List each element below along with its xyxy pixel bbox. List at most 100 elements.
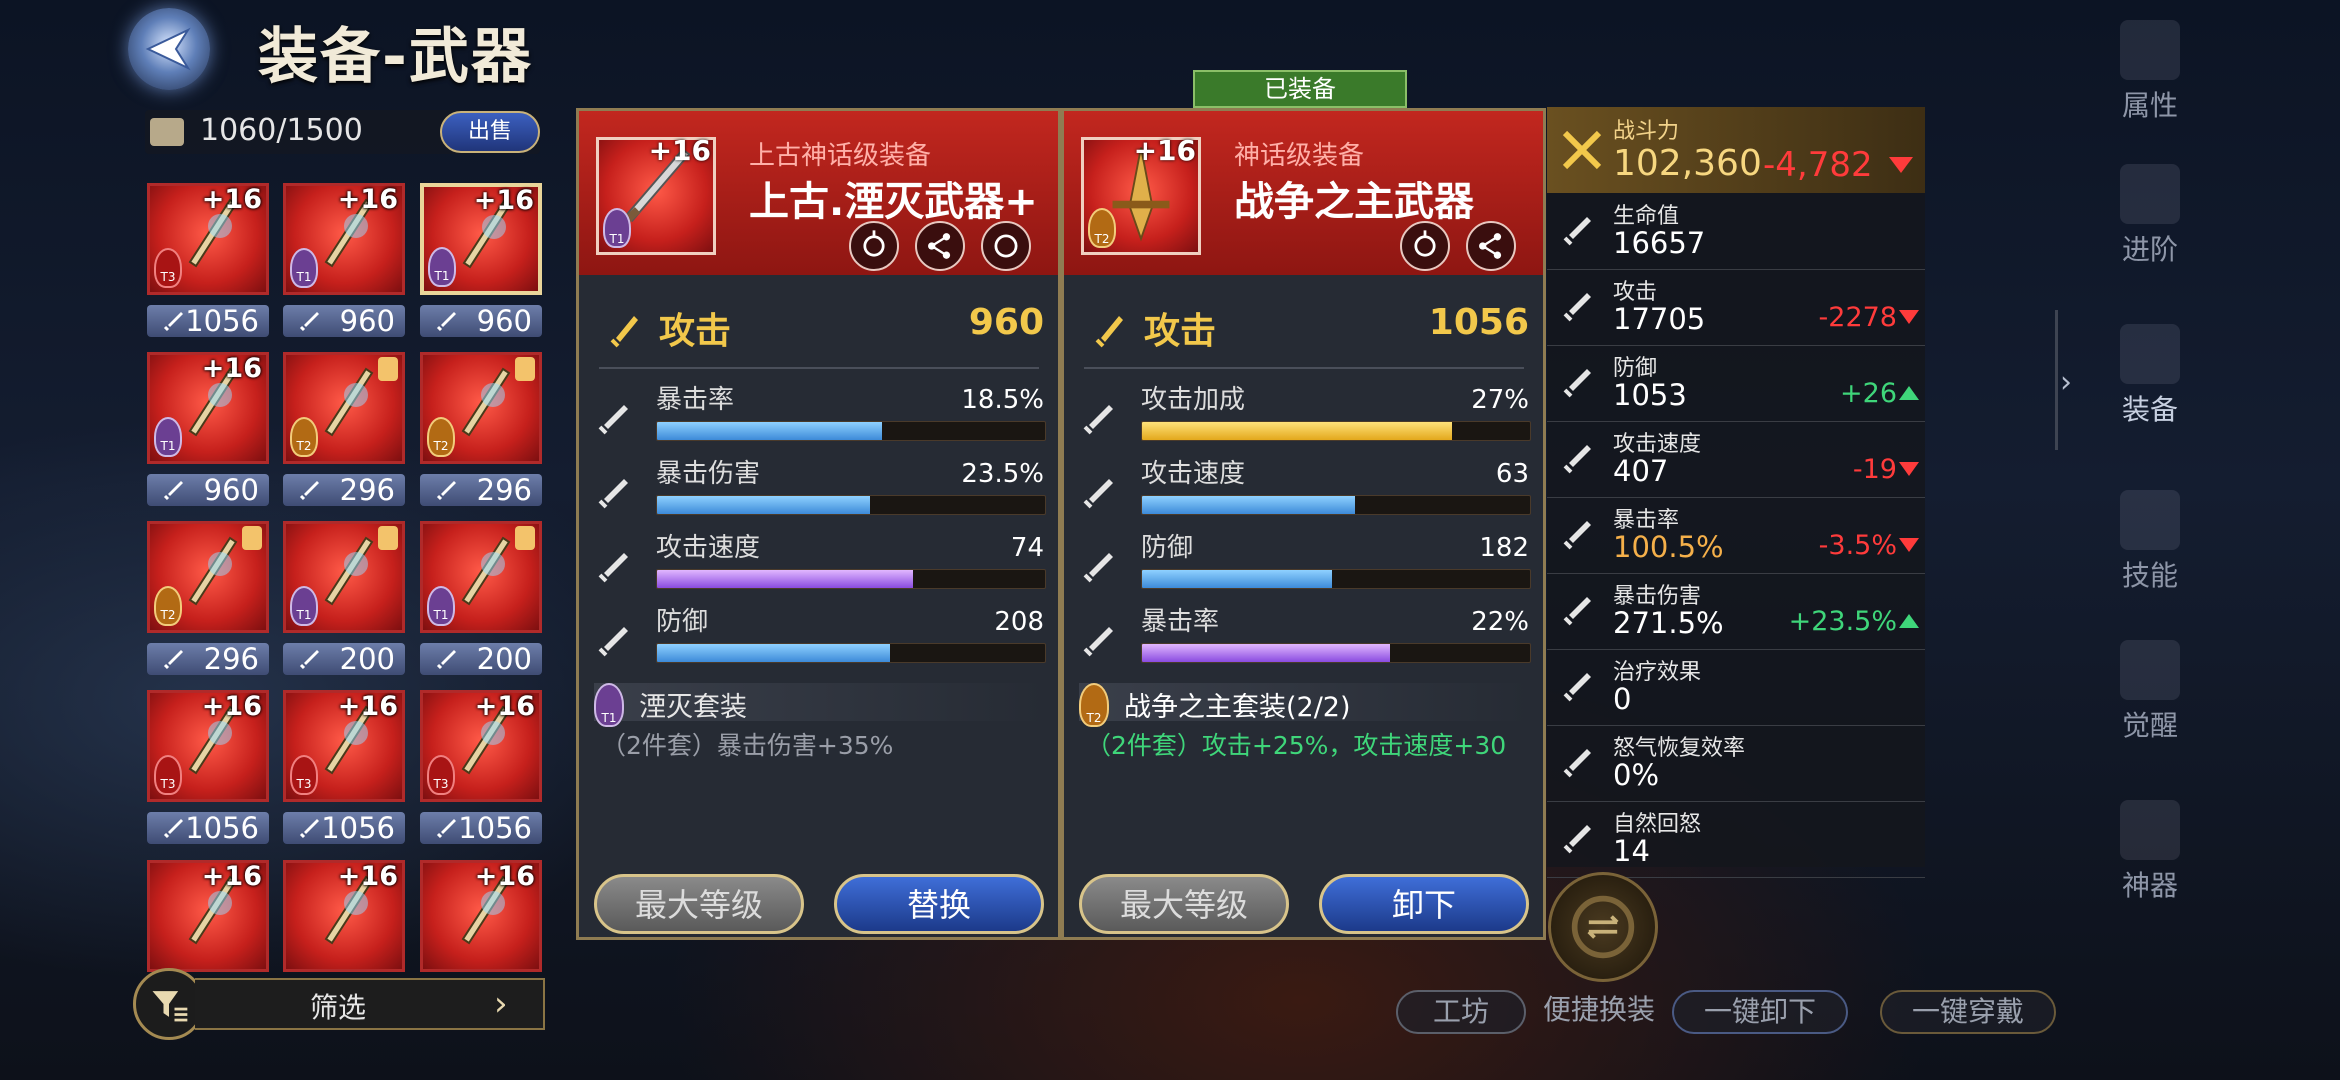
power-diff: -4,782: [1763, 145, 1873, 185]
item-level: +16: [474, 861, 535, 892]
item-level: +16: [337, 184, 398, 215]
stat-icon: [598, 553, 628, 583]
main-stat-row: 攻击 1056: [1089, 296, 1529, 356]
stat-icon: [1083, 405, 1113, 435]
nav-attributes[interactable]: 属性: [2110, 20, 2190, 124]
item-attack-value: 296: [339, 473, 395, 507]
stat-value: 18.5%: [961, 385, 1044, 415]
tier-badge: T1: [603, 208, 631, 248]
stat-bar-fill: [1142, 644, 1391, 662]
character-stat-row: 生命值 16657: [1547, 194, 1925, 270]
share-button[interactable]: [915, 221, 965, 271]
max-level-button[interactable]: 最大等级: [1079, 874, 1289, 934]
inventory-slot[interactable]: +16 T3: [420, 690, 542, 802]
stat-label: 暴击伤害: [656, 459, 761, 489]
nav-awaken[interactable]: 觉醒: [2110, 640, 2190, 744]
attack-icon: [610, 316, 638, 348]
filter-bar[interactable]: [195, 978, 545, 1030]
stat-icon: [1563, 369, 1591, 398]
quick-swap-button[interactable]: 便捷换装: [1536, 990, 1662, 1034]
main-stat-row: 攻击 960: [604, 296, 1044, 356]
back-button[interactable]: [128, 8, 210, 90]
item-attack-value: 960: [339, 304, 395, 338]
stat-icon: [1563, 825, 1591, 854]
inventory-slot[interactable]: +16: [283, 860, 405, 972]
item-attack-value: 1056: [458, 811, 532, 845]
item-attack-stat: 960: [283, 305, 405, 337]
max-level-button[interactable]: 最大等级: [594, 874, 804, 934]
advance-icon: [2120, 164, 2180, 224]
stat-icon: [1563, 293, 1591, 322]
item-attack-stat: 1056: [283, 812, 405, 844]
inventory-slot[interactable]: +16: [147, 860, 269, 972]
item-attack-stat: 296: [420, 474, 542, 506]
nav-artifact[interactable]: 神器: [2110, 800, 2190, 904]
nav-equipment[interactable]: 装备: [2110, 324, 2190, 428]
main-stat-value: 1056: [1428, 302, 1529, 343]
unequip-button[interactable]: 卸下: [1319, 874, 1529, 934]
inventory-slot[interactable]: T1: [283, 521, 405, 633]
nav-label: 觉醒: [2121, 709, 2178, 742]
item-attack-value: 296: [203, 642, 259, 676]
character-stat-row: 攻击 17705 -2278: [1547, 270, 1925, 346]
character-stat-row: 暴击率 100.5% -3.5%: [1547, 498, 1925, 574]
compare-button[interactable]: [981, 221, 1031, 271]
stat-row: 攻击速度 74: [594, 527, 1046, 599]
crossed-swords-icon: [1562, 130, 1602, 170]
set-name: 战争之主套装(2/2): [1124, 692, 1351, 723]
stat-value: 0%: [1613, 758, 1660, 792]
tier-badge: T2: [290, 417, 318, 457]
stat-icon: [598, 405, 628, 435]
stat-value: 74: [1010, 533, 1044, 563]
share-button[interactable]: [1466, 221, 1516, 271]
item-level: +16: [201, 184, 262, 215]
inventory-slot[interactable]: +16 T1: [420, 183, 542, 295]
inventory-slot[interactable]: +16 T1: [283, 183, 405, 295]
item-attack-stat: 200: [283, 643, 405, 675]
power-value: 102,360: [1613, 143, 1762, 184]
main-stat-label: 攻击: [1144, 311, 1217, 352]
stat-bar-fill: [1142, 570, 1333, 588]
sword-icon: [163, 312, 183, 332]
character-stat-row: 治疗效果 0: [1547, 650, 1925, 726]
stat-bar: [656, 421, 1046, 441]
inventory-slot[interactable]: T2: [420, 352, 542, 464]
stat-value: 182: [1479, 533, 1529, 563]
item-attack-value: 1056: [185, 304, 259, 338]
inventory-slot[interactable]: T2: [283, 352, 405, 464]
equip-all-button[interactable]: 一键穿戴: [1880, 990, 2056, 1034]
recommend-thumb-icon: [378, 526, 398, 550]
filter-label: 筛选: [310, 991, 367, 1024]
sell-button[interactable]: 出售: [440, 111, 540, 153]
lock-button[interactable]: [849, 221, 899, 271]
inventory-slot[interactable]: T2: [147, 521, 269, 633]
item-level: +16: [648, 134, 711, 167]
sword-icon: [436, 819, 456, 839]
inventory-slot[interactable]: +16: [420, 860, 542, 972]
item-level: +16: [201, 861, 262, 892]
stat-icon: [1083, 479, 1113, 509]
nav-skills[interactable]: 技能: [2110, 490, 2190, 594]
nav-advance[interactable]: 进阶: [2110, 164, 2190, 268]
stat-icon: [1563, 597, 1591, 626]
attack-icon: [1095, 316, 1123, 348]
replace-button[interactable]: 替换: [834, 874, 1044, 934]
inventory-slot[interactable]: +16 T3: [283, 690, 405, 802]
inventory-slot[interactable]: +16 T3: [147, 183, 269, 295]
stat-icon: [598, 627, 628, 657]
inventory-slot[interactable]: T1: [420, 521, 542, 633]
nav-label: 装备: [2121, 393, 2178, 426]
inventory-slot[interactable]: +16 T3: [147, 690, 269, 802]
stat-bar-fill: [657, 644, 890, 662]
stat-diff: -19: [1852, 454, 1897, 485]
stat-bar-fill: [657, 422, 883, 440]
workshop-button[interactable]: 工坊: [1396, 990, 1526, 1034]
quick-swap-gear-button[interactable]: [1548, 872, 1658, 982]
inventory-slot[interactable]: +16 T1: [147, 352, 269, 464]
stat-value: 22%: [1471, 607, 1529, 637]
stat-icon: [1563, 445, 1591, 474]
stat-label: 暴击率: [1141, 607, 1220, 637]
stat-bar-fill: [1142, 496, 1356, 514]
lock-button[interactable]: [1400, 221, 1450, 271]
unequip-all-button[interactable]: 一键卸下: [1672, 990, 1848, 1034]
